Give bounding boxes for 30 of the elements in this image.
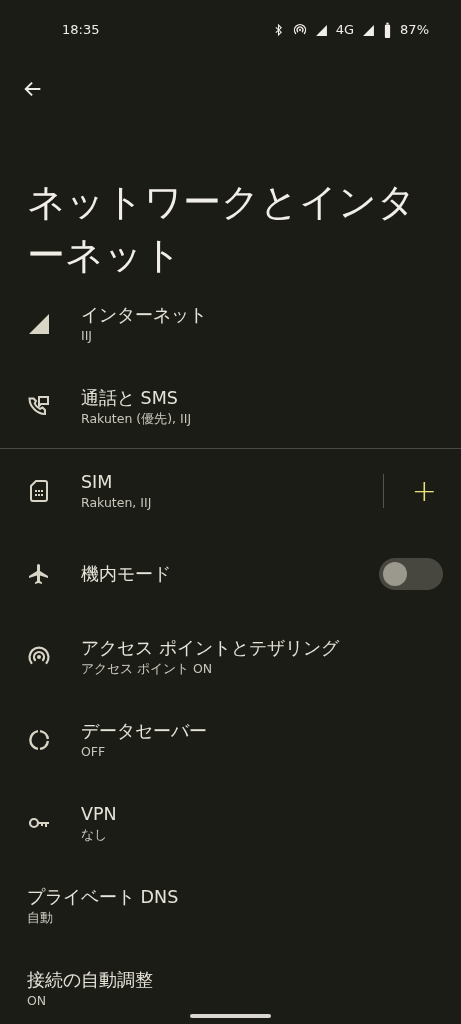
add-button[interactable]: +	[405, 475, 443, 506]
sim-card-icon	[27, 478, 51, 503]
setting-title[interactable]: 機内モード	[81, 561, 379, 586]
battery-percent: 87%	[400, 21, 429, 40]
toggle-switch[interactable]	[379, 557, 443, 590]
hotspot-icon	[292, 23, 307, 37]
setting-title[interactable]: インターネット	[81, 302, 443, 327]
setting-summary: Rakuten, IIJ	[81, 493, 153, 512]
setting-title[interactable]: データセーバー	[81, 718, 443, 743]
setting-summary: Rakuten (優先), IIJ	[81, 409, 193, 428]
page-title: ネットワークとインターネット	[27, 179, 417, 279]
setting-summary: 自動	[27, 908, 54, 927]
setting-summary: OFF	[81, 742, 107, 761]
setting-summary: アクセス ポイント ON	[81, 659, 214, 678]
setting-title[interactable]: SIM	[81, 469, 383, 494]
network-type: 4G	[335, 21, 355, 40]
clock-time: 18:35	[62, 21, 100, 40]
setting-title[interactable]: アクセス ポイントとテザリング	[81, 635, 443, 660]
airplane-icon	[27, 561, 51, 586]
setting-summary: IIJ	[81, 326, 94, 345]
setting-summary: ON	[27, 991, 48, 1010]
signal-icon	[362, 23, 376, 37]
setting-title[interactable]: 通話と SMS	[81, 385, 443, 410]
battery-icon	[383, 22, 393, 38]
setting-summary: なし	[81, 825, 108, 844]
setting-title[interactable]: プライベート DNS	[27, 884, 443, 909]
data-saver-icon	[27, 727, 51, 752]
setting-title[interactable]: 接続の自動調整	[27, 967, 443, 992]
setting-title[interactable]: VPN	[81, 801, 443, 826]
signal-icon	[314, 23, 328, 37]
